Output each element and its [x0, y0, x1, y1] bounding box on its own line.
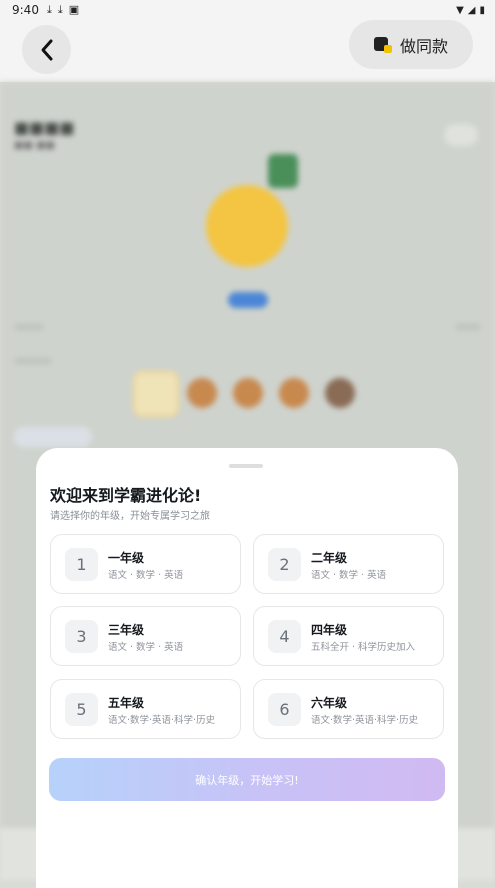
- grade-card-4[interactable]: 4 四年级 五科全开 · 科学历史加入: [253, 606, 444, 666]
- download-icon: ⤓: [57, 3, 63, 16]
- bg-pill: [444, 124, 478, 146]
- grade-name: 二年级: [311, 551, 348, 565]
- make-same-label: 做同款: [399, 36, 448, 56]
- grade-name: 六年级: [311, 696, 348, 710]
- grade-card-1[interactable]: 1 一年级 语文 · 数学 · 英语: [50, 534, 241, 594]
- status-time: 9:40: [12, 3, 39, 17]
- grade-subjects: 语文 · 数学 · 英语: [108, 642, 184, 653]
- grade-name: 五年级: [108, 696, 145, 710]
- make-same-icon: [373, 36, 392, 53]
- bg-level-tag: [228, 292, 268, 308]
- grade-card-2[interactable]: 2 二年级 语文 · 数学 · 英语: [253, 534, 444, 594]
- sheet-handle[interactable]: [229, 464, 263, 468]
- grade-number: 3: [65, 620, 98, 653]
- bg-line: [14, 324, 44, 330]
- bg-line: [455, 324, 481, 330]
- avatar-icon: [325, 378, 355, 408]
- grade-card-6[interactable]: 6 六年级 语文·数学·英语·科学·历史: [253, 679, 444, 739]
- grade-name: 三年级: [108, 623, 145, 637]
- avatar-icon: [233, 378, 263, 408]
- confirm-grade-button[interactable]: 确认年级，开始学习!: [49, 758, 445, 801]
- bg-selected-avatar: [133, 371, 179, 417]
- chevron-left-icon: [41, 39, 52, 60]
- system-icons: ▼ ◢ ▮: [456, 5, 485, 16]
- grade-subjects: 五科全开 · 科学历史加入: [311, 642, 416, 653]
- grade-number: 2: [268, 548, 301, 581]
- back-button[interactable]: [22, 25, 71, 74]
- signal-icon: ◢: [467, 4, 476, 16]
- app-notification-icon: ▣: [68, 3, 80, 16]
- download-icon: ⤓: [46, 3, 52, 16]
- status-bar: 9:40 ⤓ ⤓ ▣ ▼ ◢ ▮: [0, 0, 495, 20]
- make-same-button[interactable]: 做同款: [349, 20, 473, 69]
- sheet-subtitle: 请选择你的年级，开始专属学习之旅: [50, 511, 210, 522]
- grade-card-5[interactable]: 5 五年级 语文·数学·英语·科学·历史: [50, 679, 241, 739]
- grade-subjects: 语文·数学·英语·科学·历史: [311, 715, 419, 726]
- bg-line: [14, 358, 52, 364]
- avatar-icon: [187, 378, 217, 408]
- grade-number: 5: [65, 693, 98, 726]
- grade-number: 4: [268, 620, 301, 653]
- top-bar: 做同款: [0, 20, 495, 82]
- baby-avatar-icon: [206, 185, 288, 267]
- grade-subjects: 语文 · 数学 · 英语: [311, 570, 387, 581]
- bg-title-block: ■■■■: [14, 118, 75, 137]
- grade-name: 四年级: [311, 623, 348, 637]
- sheet-title: 欢迎来到学霸进化论!: [50, 486, 202, 505]
- avatar-icon: [279, 378, 309, 408]
- grade-number: 6: [268, 693, 301, 726]
- bg-chip: [14, 427, 92, 447]
- notification-icons: ⤓ ⤓ ▣: [47, 3, 79, 17]
- bg-subtitle-block: ■■ ■■: [14, 140, 55, 151]
- grade-number: 1: [65, 548, 98, 581]
- book-icon: [268, 154, 298, 188]
- grade-card-3[interactable]: 3 三年级 语文 · 数学 · 英语: [50, 606, 241, 666]
- grade-selection-sheet: 欢迎来到学霸进化论! 请选择你的年级，开始专属学习之旅 1 一年级 语文 · 数…: [36, 448, 458, 888]
- grade-subjects: 语文 · 数学 · 英语: [108, 570, 184, 581]
- grade-name: 一年级: [108, 551, 145, 565]
- grade-subjects: 语文·数学·英语·科学·历史: [108, 715, 216, 726]
- battery-icon: ▮: [479, 4, 485, 16]
- wifi-icon: ▼: [456, 4, 464, 16]
